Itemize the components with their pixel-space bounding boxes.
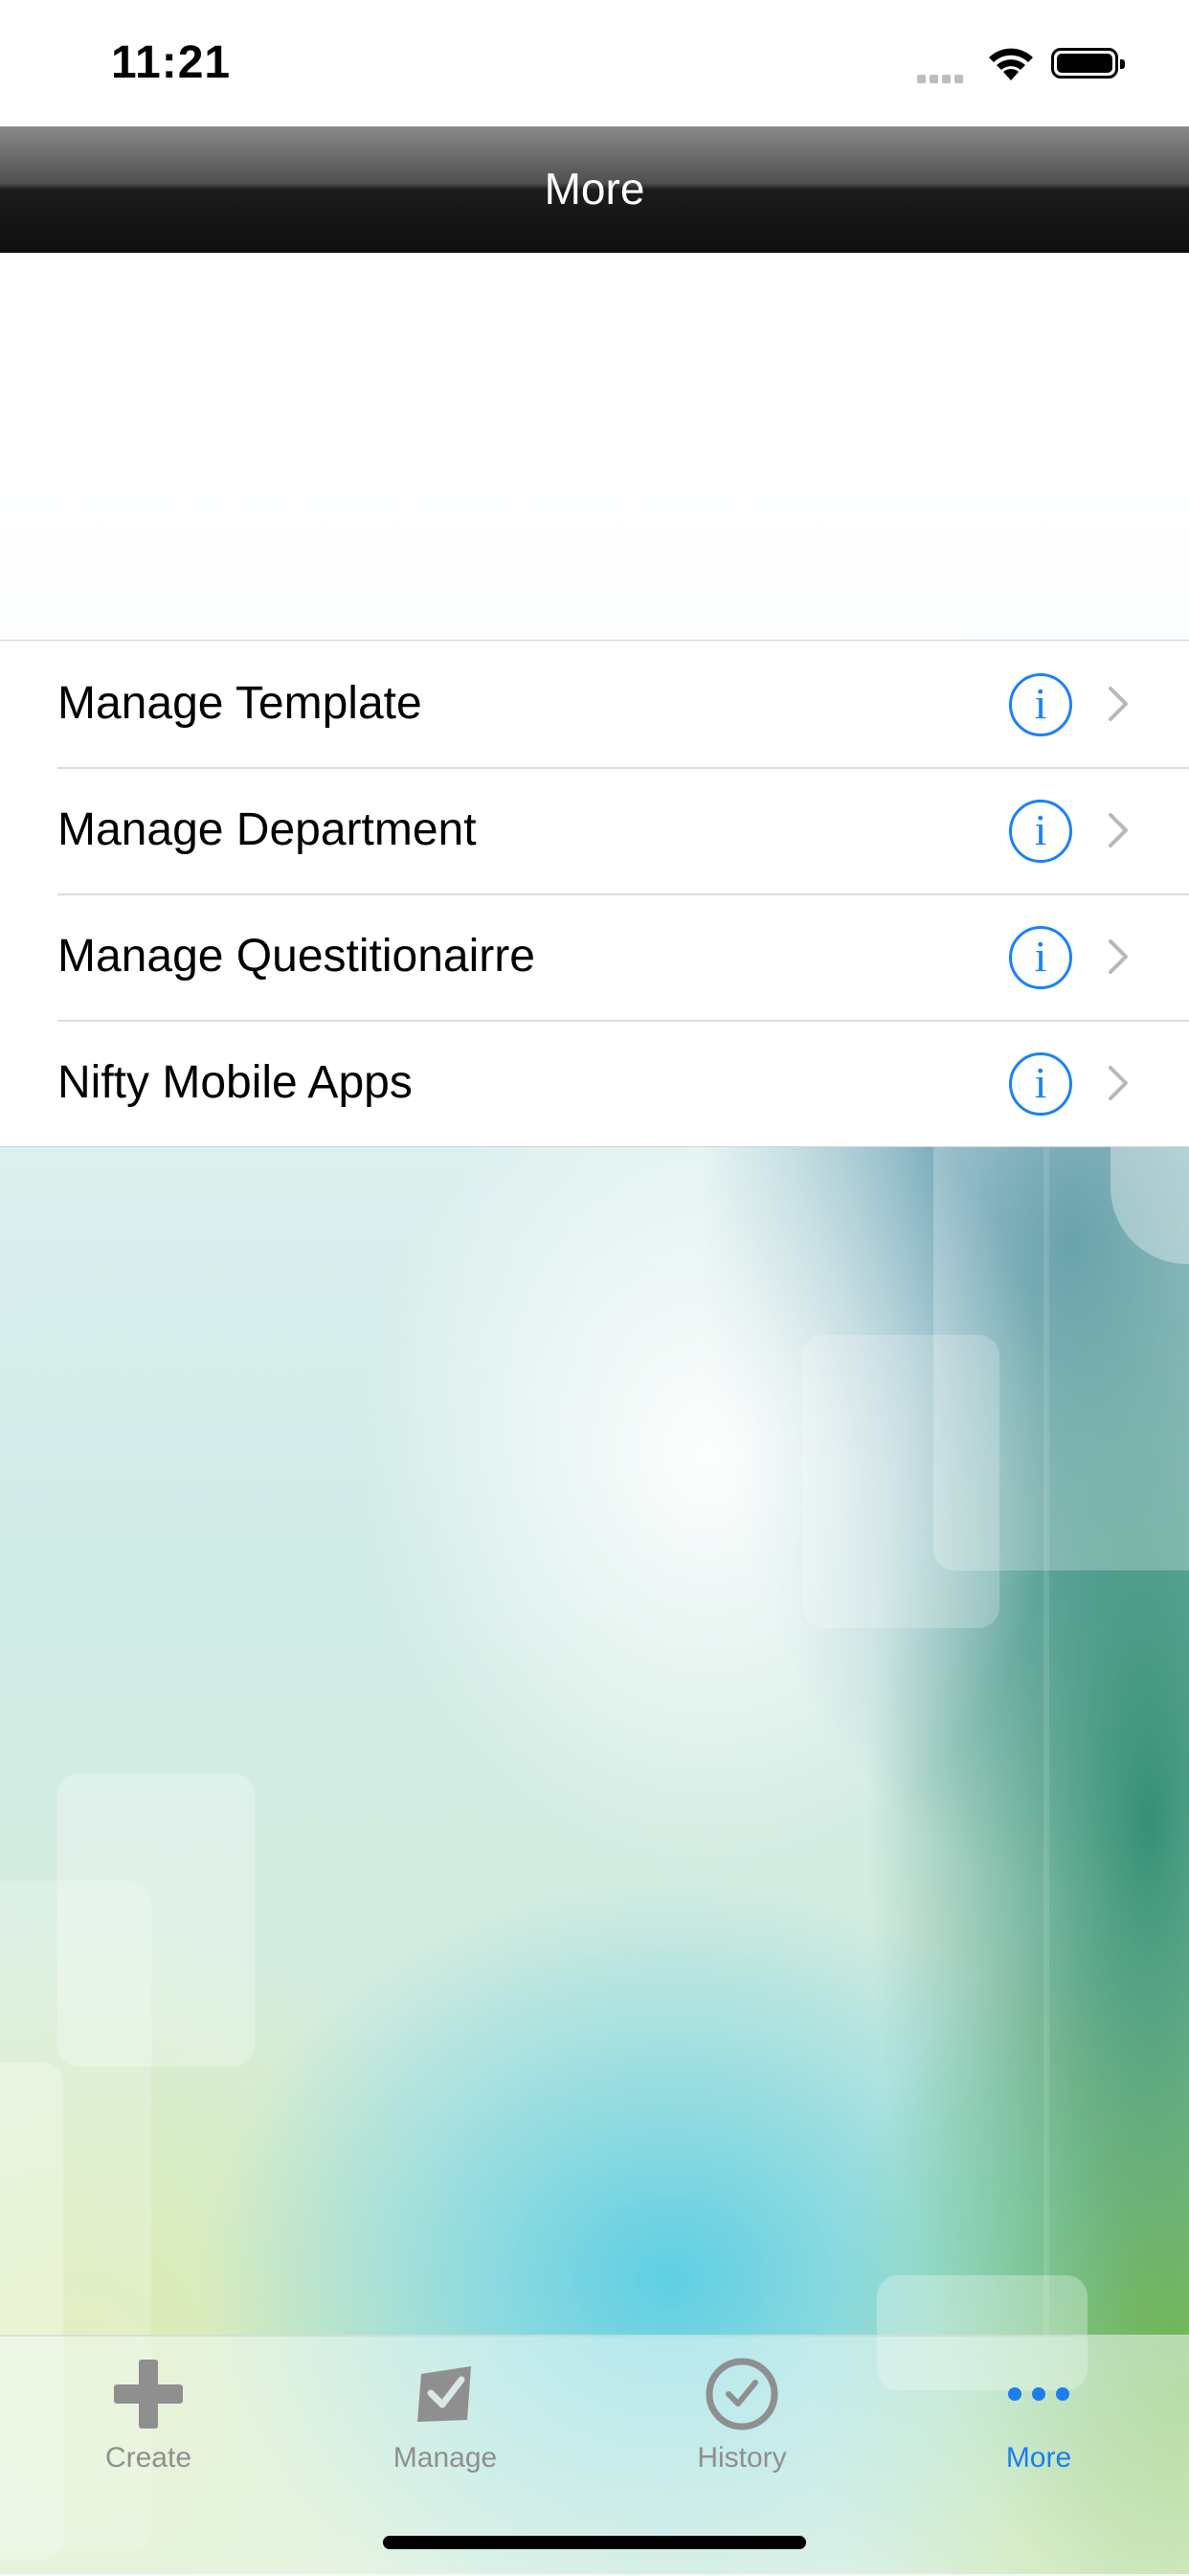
- menu-item-label: Manage Department: [57, 804, 477, 855]
- tab-label: More: [1005, 2442, 1072, 2474]
- menu-item-label: Manage Template: [57, 678, 422, 729]
- checked-box-icon: [417, 2366, 471, 2422]
- tab-create[interactable]: Create: [0, 2337, 297, 2499]
- ellipsis-icon: [1008, 2387, 1069, 2401]
- menu-item-manage-department[interactable]: Manage Department i: [0, 767, 1189, 893]
- status-time: 11:21: [111, 37, 232, 88]
- info-icon[interactable]: i: [1009, 673, 1072, 736]
- menu-item-label: Nifty Mobile Apps: [57, 1057, 413, 1108]
- chevron-right-icon: [1109, 813, 1128, 847]
- info-icon[interactable]: i: [1009, 1052, 1072, 1116]
- tab-history[interactable]: History: [594, 2337, 890, 2499]
- tab-label: Create: [104, 2442, 192, 2474]
- plus-icon: [114, 2360, 183, 2429]
- info-icon[interactable]: i: [1009, 800, 1072, 863]
- chevron-right-icon: [1109, 687, 1128, 721]
- home-indicator: [383, 2536, 806, 2549]
- clock-check-icon: [706, 2358, 778, 2430]
- tab-manage[interactable]: Manage: [297, 2337, 594, 2499]
- menu-item-nifty-mobile-apps[interactable]: Nifty Mobile Apps i: [0, 1020, 1189, 1146]
- battery-icon: [1051, 48, 1125, 79]
- tab-label: Manage: [393, 2442, 498, 2474]
- menu-item-manage-questionnaire[interactable]: Manage Questitionairre i: [0, 893, 1189, 1020]
- tab-more[interactable]: More: [890, 2337, 1187, 2499]
- status-bar: 11:21: [0, 0, 1189, 126]
- wifi-icon: [989, 48, 1033, 80]
- page-title: More: [544, 164, 645, 214]
- info-icon[interactable]: i: [1009, 926, 1072, 989]
- menu-item-label: Manage Questitionairre: [57, 931, 535, 982]
- navigation-bar: More: [0, 126, 1189, 253]
- menu-list: Manage Template i Manage Department i Ma…: [0, 640, 1189, 1147]
- cellular-signal-icon: [917, 71, 967, 88]
- tab-label: History: [697, 2442, 787, 2474]
- chevron-right-icon: [1109, 939, 1128, 974]
- menu-item-manage-template[interactable]: Manage Template i: [0, 641, 1189, 767]
- chevron-right-icon: [1109, 1066, 1128, 1100]
